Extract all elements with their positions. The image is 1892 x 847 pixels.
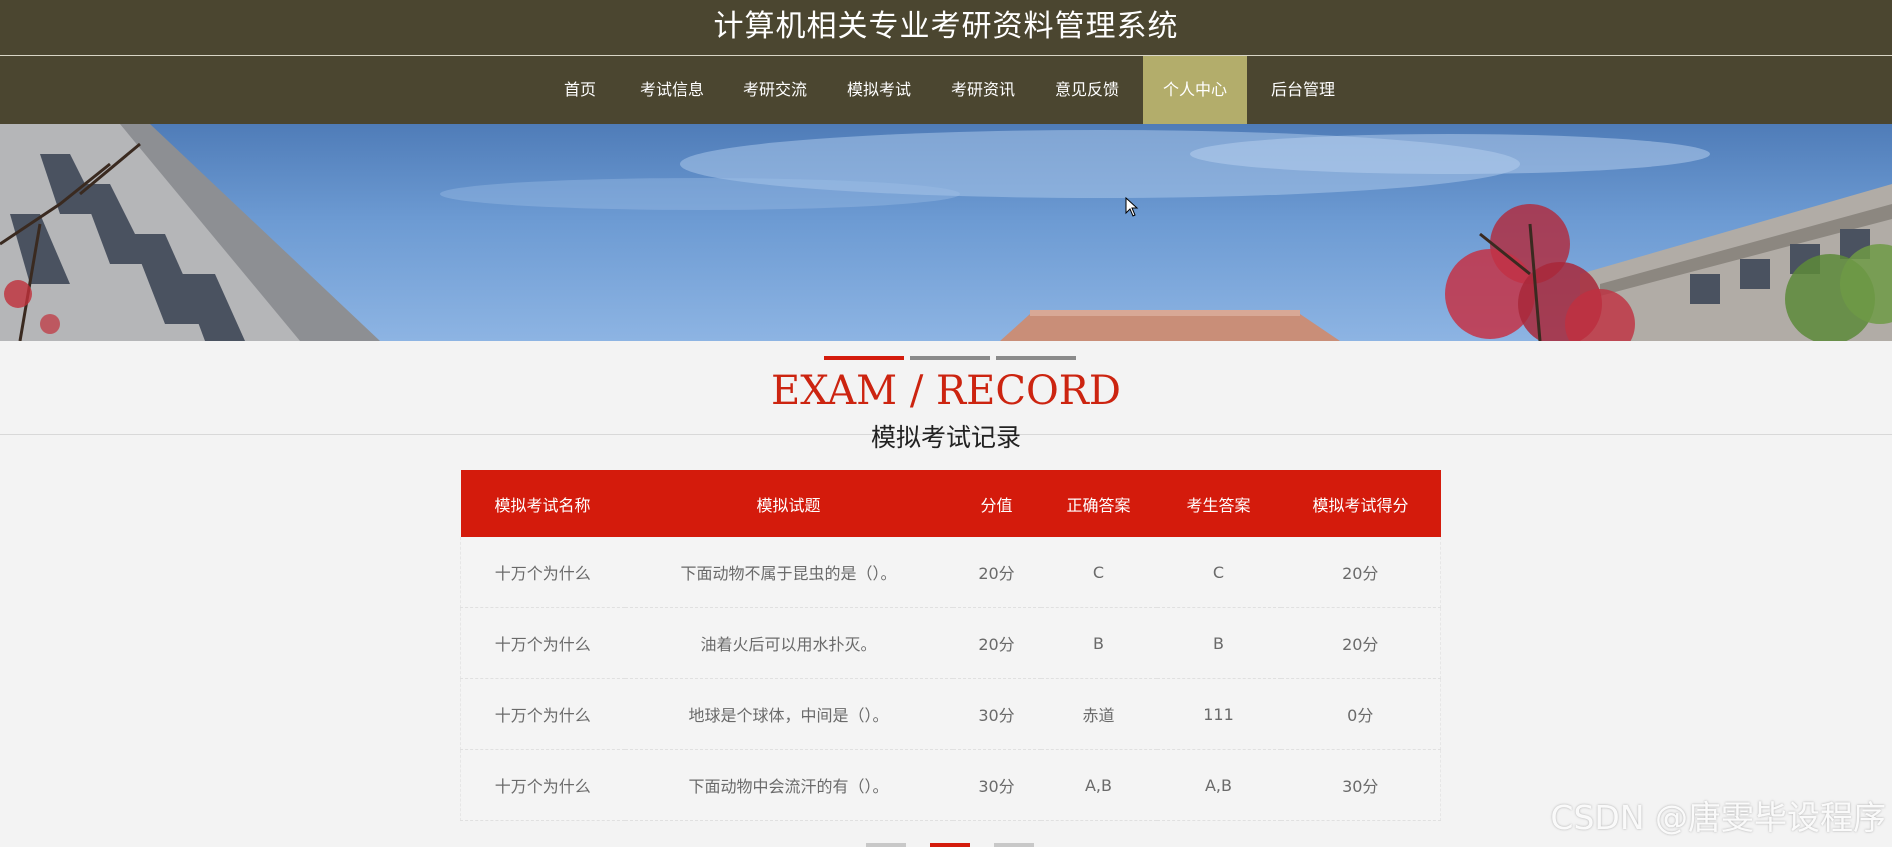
cell-score-value: 20分 (952, 607, 1041, 679)
cell-student-answer: A,B (1156, 749, 1281, 821)
cell-exam-score: 30分 (1280, 749, 1441, 821)
cell-question: 下面动物中会流汗的有（）。 (624, 749, 953, 821)
cell-correct-answer: C (1040, 537, 1157, 608)
nav-item-exchange[interactable]: 考研交流 (735, 56, 815, 124)
watermark: CSDN @唐雯毕设程序 (1550, 798, 1886, 837)
main-nav: 首页 考试信息 考研交流 模拟考试 考研资讯 意见反馈 个人中心 后台管理 (0, 56, 1892, 124)
campus-photo (0, 124, 1892, 341)
table-row[interactable]: 十万个为什么 地球是个球体，中间是（）。 30分 赤道 111 0分 (460, 678, 1441, 750)
cell-exam-score: 20分 (1280, 607, 1441, 679)
cell-question: 下面动物不属于昆虫的是（）。 (624, 537, 953, 608)
cell-exam-name: 十万个为什么 (460, 678, 625, 750)
pagination-prev-button[interactable] (866, 843, 906, 847)
nav-item-home[interactable]: 首页 (544, 56, 616, 124)
nav-item-mock-exam[interactable]: 模拟考试 (839, 56, 919, 124)
section-title-en: EXAM / RECORD (771, 368, 1121, 414)
table-header-row: 模拟考试名称 模拟试题 分值 正确答案 考生答案 模拟考试得分 (460, 470, 1441, 537)
table-row[interactable]: 十万个为什么 下面动物不属于昆虫的是（）。 20分 C C 20分 (460, 537, 1441, 608)
banner-carousel-image[interactable] (0, 124, 1892, 341)
column-header: 模拟考试名称 (460, 470, 625, 537)
cell-question: 油着火后可以用水扑灭。 (624, 607, 953, 679)
carousel-dot-1[interactable] (824, 356, 904, 360)
mouse-cursor-icon (1125, 197, 1139, 217)
cell-exam-name: 十万个为什么 (460, 537, 625, 608)
carousel-dot-2[interactable] (910, 356, 990, 360)
cell-exam-score: 0分 (1280, 678, 1441, 750)
section-title-cn: 模拟考试记录 (870, 423, 1021, 452)
site-title: 计算机相关专业考研资料管理系统 (713, 8, 1179, 44)
cell-student-answer: C (1156, 537, 1281, 608)
column-header: 模拟试题 (624, 470, 953, 537)
nav-item-feedback[interactable]: 意见反馈 (1047, 56, 1127, 124)
cell-question: 地球是个球体，中间是（）。 (624, 678, 953, 750)
carousel-dot-3[interactable] (996, 356, 1076, 360)
cell-correct-answer: 赤道 (1040, 678, 1157, 750)
column-header: 分值 (952, 470, 1041, 537)
cell-correct-answer: A,B (1040, 749, 1157, 821)
cell-student-answer: 111 (1156, 678, 1281, 750)
nav-item-admin[interactable]: 后台管理 (1263, 56, 1343, 124)
cell-score-value: 30分 (952, 749, 1041, 821)
pagination-next-button[interactable] (994, 843, 1034, 847)
exam-record-table: 模拟考试名称 模拟试题 分值 正确答案 考生答案 模拟考试得分 十万个为什么 下… (460, 470, 1441, 821)
cell-student-answer: B (1156, 607, 1281, 679)
nav-item-news[interactable]: 考研资讯 (943, 56, 1023, 124)
cell-exam-name: 十万个为什么 (460, 749, 625, 821)
pagination-current-page[interactable] (930, 843, 970, 847)
cell-exam-score: 20分 (1280, 537, 1441, 608)
column-header: 模拟考试得分 (1280, 470, 1441, 537)
cell-score-value: 30分 (952, 678, 1041, 750)
nav-item-exam-info[interactable]: 考试信息 (632, 56, 712, 124)
cell-correct-answer: B (1040, 607, 1157, 679)
cell-exam-name: 十万个为什么 (460, 607, 625, 679)
column-header: 正确答案 (1040, 470, 1157, 537)
table-row[interactable]: 十万个为什么 油着火后可以用水扑灭。 20分 B B 20分 (460, 607, 1441, 679)
nav-item-personal-center[interactable]: 个人中心 (1143, 56, 1247, 124)
column-header: 考生答案 (1156, 470, 1281, 537)
cell-score-value: 20分 (952, 537, 1041, 608)
site-header: 计算机相关专业考研资料管理系统 (0, 0, 1892, 56)
table-row[interactable]: 十万个为什么 下面动物中会流汗的有（）。 30分 A,B A,B 30分 (460, 749, 1441, 821)
